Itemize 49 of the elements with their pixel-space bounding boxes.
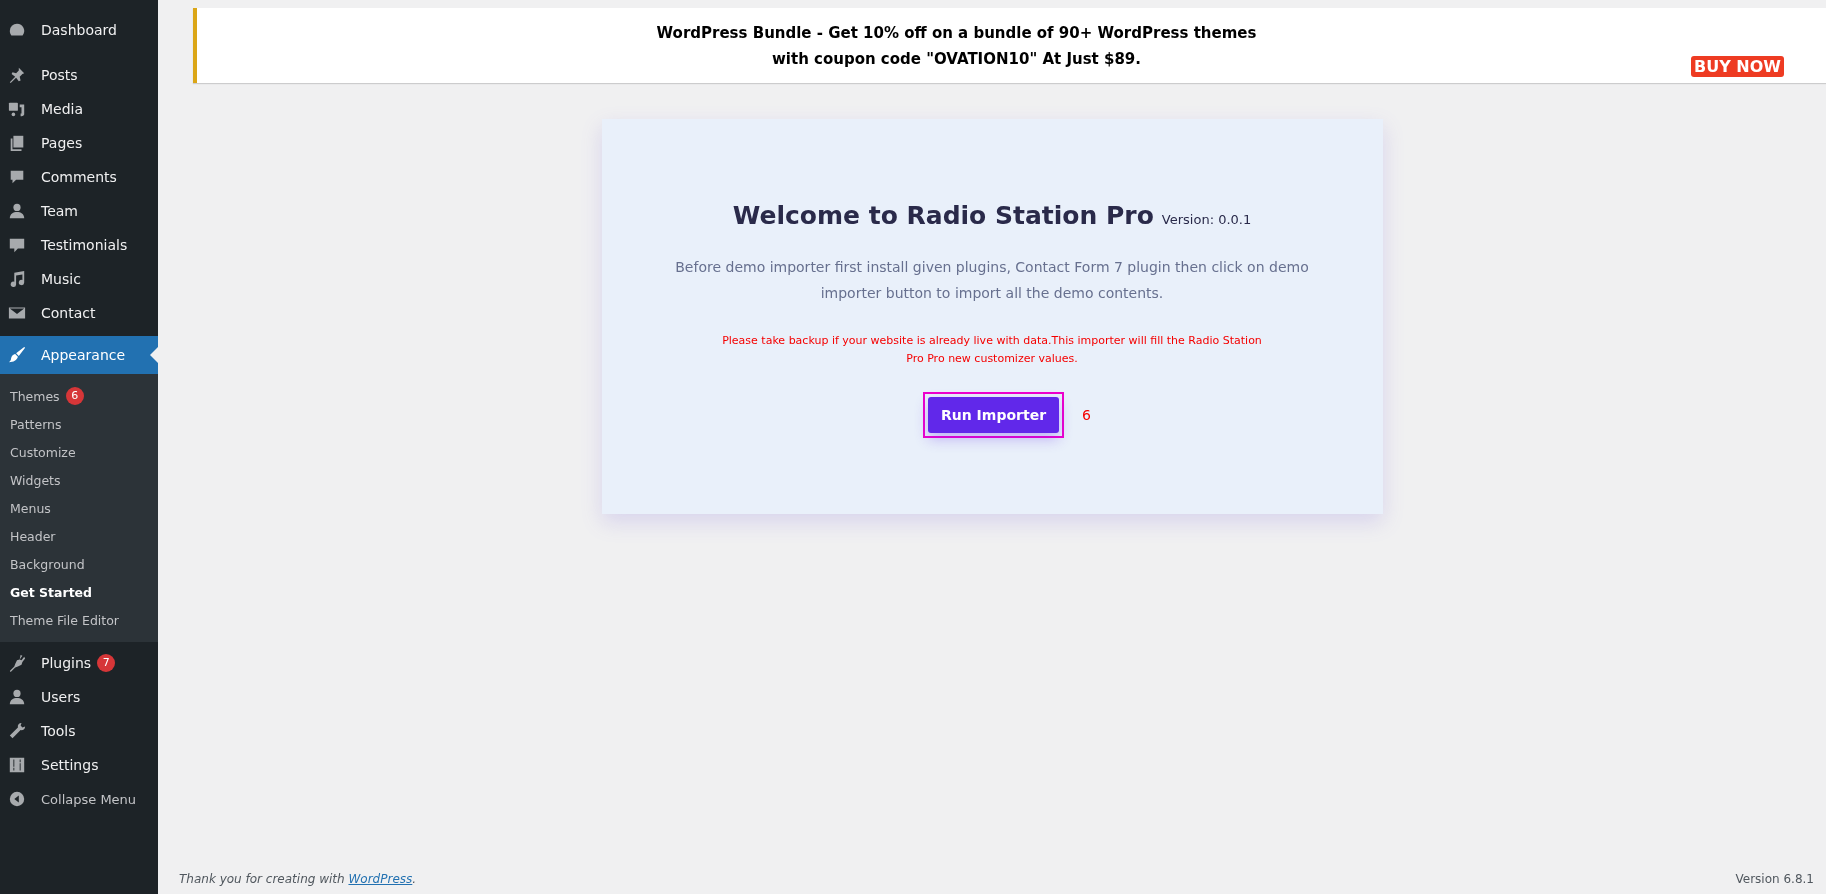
- promo-text: with coupon code "OVATION10" At Just $89.: [770, 48, 1142, 70]
- sliders-icon: [8, 756, 26, 774]
- submenu-item[interactable]: Customize: [0, 438, 158, 466]
- menu-item[interactable]: Settings: [0, 748, 158, 782]
- menu-item[interactable]: Plugins 7: [0, 646, 158, 680]
- submenu-item[interactable]: Get Started: [0, 578, 158, 606]
- submenu-item[interactable]: Theme File Editor: [0, 606, 158, 634]
- media-icon: [8, 100, 26, 118]
- menu-item[interactable]: Music: [0, 262, 158, 296]
- menu-item[interactable]: Testimonials: [0, 228, 158, 262]
- menu-item[interactable]: Pages: [0, 126, 158, 160]
- submenu-item[interactable]: Patterns: [0, 410, 158, 438]
- brush-icon: [8, 346, 26, 364]
- person-icon: [8, 202, 26, 220]
- collapse-menu-button[interactable]: Collapse Menu: [0, 782, 158, 816]
- collapse-icon: [8, 790, 26, 808]
- submenu-item[interactable]: Themes 6: [0, 382, 158, 410]
- annotation-number: 6: [1082, 407, 1091, 423]
- menu-item[interactable]: Comments: [0, 160, 158, 194]
- wrench-icon: [8, 722, 26, 740]
- submenu-item[interactable]: Header: [0, 522, 158, 550]
- submenu-item[interactable]: Background: [0, 550, 158, 578]
- music-icon: [8, 270, 26, 288]
- count-badge: 7: [97, 654, 116, 672]
- pages-icon: [8, 134, 26, 152]
- quote-icon: [8, 236, 26, 254]
- menu-item[interactable]: Users: [0, 680, 158, 714]
- person-icon: [8, 688, 26, 706]
- plug-icon: [8, 654, 26, 672]
- menu-item[interactable]: Dashboard: [0, 13, 158, 47]
- run-importer-button[interactable]: Run Importer: [928, 397, 1060, 433]
- menu-item[interactable]: Media: [0, 92, 158, 126]
- menu-item[interactable]: Contact: [0, 296, 158, 330]
- version-label: Version: 0.0.1: [1161, 212, 1252, 227]
- warning-text: Please take backup if your website is already live with data.This importer will fill the Radio Station Pro Pro new customizer values.: [721, 333, 1263, 367]
- version-text: Version 6.8.1: [1735, 872, 1814, 886]
- submenu-item[interactable]: Menus: [0, 494, 158, 522]
- menu-item[interactable]: Team: [0, 194, 158, 228]
- count-badge: 6: [65, 387, 84, 405]
- menu-item[interactable]: Tools: [0, 714, 158, 748]
- buy-now-button[interactable]: BUY NOW: [1691, 56, 1784, 77]
- footer-text: Thank you for creating with WordPress.: [179, 872, 417, 886]
- submenu-item[interactable]: Widgets: [0, 466, 158, 494]
- intro-text: Before demo importer first install given plugins, Contact Form 7 plugin then click on demo importer button to import all the demo contents.: [674, 258, 1310, 303]
- welcome-title: Welcome to Radio Station Pro: [732, 201, 1154, 230]
- promo-text: WordPress Bundle - Get 10% off on a bundle of 90+ WordPress themes: [656, 22, 1257, 44]
- menu-item[interactable]: Posts: [0, 58, 158, 92]
- pin-icon: [8, 66, 26, 84]
- menu-item[interactable]: Appearance: [0, 336, 158, 374]
